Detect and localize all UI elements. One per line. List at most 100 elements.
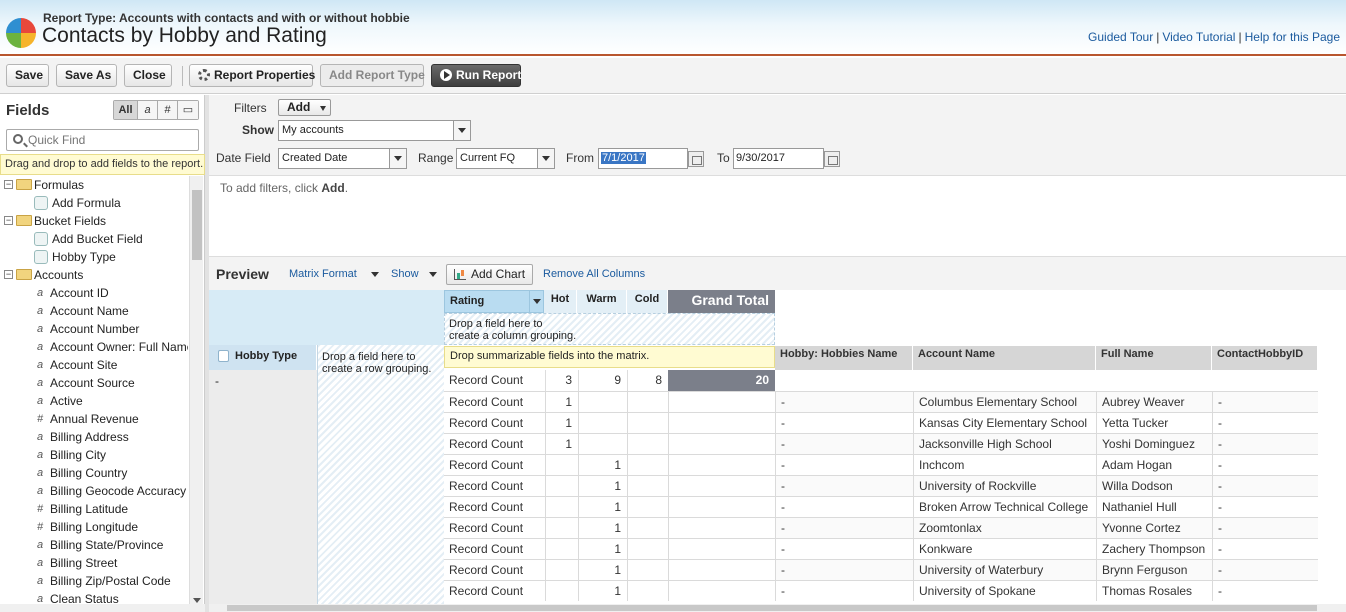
- field-label: Billing Latitude: [50, 502, 129, 516]
- field-item[interactable]: a Account Number: [0, 320, 188, 338]
- cell-total: [668, 539, 775, 559]
- filter-date-button[interactable]: ▭: [178, 101, 198, 119]
- hobby-type-label: Hobby Type: [235, 350, 298, 362]
- tree-folder[interactable]: − Formulas: [0, 176, 188, 194]
- to-date-input[interactable]: 9/30/2017: [733, 148, 824, 169]
- hobby-type-header[interactable]: Hobby Type: [209, 345, 317, 370]
- field-item[interactable]: a Billing Street: [0, 554, 188, 572]
- text-field-icon: a: [36, 431, 44, 443]
- matrix-format-dropdown[interactable]: Matrix Format: [289, 268, 357, 280]
- grand-total-header: Grand Total: [668, 290, 775, 313]
- collapse-icon[interactable]: −: [4, 270, 13, 279]
- row-label: Record Count: [449, 521, 524, 535]
- from-date-value: 7/1/2017: [601, 152, 646, 164]
- detail-header-name[interactable]: Full Name: [1096, 346, 1212, 370]
- range-select[interactable]: Current FQ: [456, 148, 555, 169]
- date-field-select[interactable]: Created Date: [278, 148, 407, 169]
- quick-find-field[interactable]: [6, 129, 199, 151]
- field-label: Account Site: [50, 358, 118, 372]
- chevron-down-icon[interactable]: [429, 272, 437, 277]
- add-report-type-button[interactable]: Add Report Type: [320, 64, 425, 87]
- filter-all-button[interactable]: All: [114, 101, 138, 119]
- field-item[interactable]: a Billing Zip/Postal Code: [0, 572, 188, 590]
- tree-folder[interactable]: − Bucket Fields: [0, 212, 188, 230]
- field-item[interactable]: a Account ID: [0, 284, 188, 302]
- filter-text-button[interactable]: a: [138, 101, 158, 119]
- tree-item[interactable]: Add Bucket Field: [0, 230, 188, 248]
- fields-horizontal-scrollbar[interactable]: [0, 604, 205, 612]
- scroll-down-icon[interactable]: [193, 598, 201, 603]
- calendar-icon[interactable]: [824, 151, 840, 167]
- quick-find-input[interactable]: [28, 132, 193, 148]
- video-tutorial-link[interactable]: Video Tutorial: [1162, 30, 1235, 44]
- field-item[interactable]: a Active: [0, 392, 188, 410]
- run-report-button[interactable]: Run Report: [431, 64, 521, 87]
- preview-horizontal-scrollbar[interactable]: [209, 604, 1346, 612]
- collapse-icon[interactable]: −: [4, 180, 13, 189]
- detail-header-hobby[interactable]: Hobby: Hobbies Name: [775, 346, 913, 370]
- cell-total: [668, 497, 775, 517]
- row-grouping-dropzone[interactable]: Drop a field here to create a row groupin…: [317, 345, 444, 605]
- folder-icon: [16, 269, 32, 280]
- cell-hot: [545, 455, 578, 475]
- rating-menu[interactable]: [529, 291, 543, 312]
- close-button[interactable]: Close: [124, 64, 172, 87]
- fields-scrollbar[interactable]: [189, 176, 203, 606]
- detail-header-id[interactable]: ContactHobbyID: [1212, 346, 1318, 370]
- cell-account-name: Inchcom: [913, 455, 1096, 475]
- field-item[interactable]: a Account Source: [0, 374, 188, 392]
- field-item[interactable]: a Billing Country: [0, 464, 188, 482]
- from-date-input[interactable]: 7/1/2017: [598, 148, 688, 169]
- field-item[interactable]: # Billing Latitude: [0, 500, 188, 518]
- show-select[interactable]: My accounts: [278, 120, 471, 141]
- save-as-button[interactable]: Save As: [56, 64, 117, 87]
- collapse-icon[interactable]: −: [4, 216, 13, 225]
- field-item[interactable]: a Billing State/Province: [0, 536, 188, 554]
- detail-header-account[interactable]: Account Name: [913, 346, 1096, 370]
- show-dropdown[interactable]: Show: [391, 268, 419, 280]
- field-label: Account ID: [50, 286, 109, 300]
- tree-item[interactable]: Hobby Type: [0, 248, 188, 266]
- tree-folder[interactable]: − Accounts: [0, 266, 188, 284]
- cell-hobby-name: -: [775, 434, 913, 454]
- field-item[interactable]: a Account Owner: Full Name: [0, 338, 188, 356]
- text-field-icon: a: [36, 449, 44, 461]
- field-item[interactable]: # Annual Revenue: [0, 410, 188, 428]
- text-field-icon: a: [36, 575, 44, 587]
- cell-warm: [578, 413, 627, 433]
- field-item[interactable]: # Billing Longitude: [0, 518, 188, 536]
- add-chart-button[interactable]: Add Chart: [446, 264, 533, 285]
- field-item[interactable]: a Account Name: [0, 302, 188, 320]
- column-hot-header: Hot: [544, 290, 577, 313]
- remove-all-columns-link[interactable]: Remove All Columns: [543, 268, 645, 280]
- field-item[interactable]: a Billing Geocode Accuracy: [0, 482, 188, 500]
- field-label: Billing Street: [50, 556, 118, 570]
- cell-warm: 1: [578, 497, 627, 517]
- chevron-down-icon[interactable]: [371, 272, 379, 277]
- column-grouping-dropzone[interactable]: Drop a field here to create a column grou…: [444, 313, 775, 345]
- field-item[interactable]: a Account Site: [0, 356, 188, 374]
- filter-number-button[interactable]: #: [158, 101, 178, 119]
- field-item[interactable]: a Billing City: [0, 446, 188, 464]
- preview-title: Preview: [216, 266, 269, 282]
- row-label: Record Count: [449, 584, 524, 598]
- text-field-icon: a: [36, 395, 44, 407]
- help-page-link[interactable]: Help for this Page: [1245, 30, 1340, 44]
- report-properties-button[interactable]: Report Properties: [189, 64, 315, 87]
- rating-column-header[interactable]: Rating: [444, 290, 544, 313]
- summary-dropzone[interactable]: Drop summarizable fields into the matrix…: [444, 346, 775, 368]
- summary-cold: 8: [627, 370, 668, 391]
- cell-contact-hobby-id: -: [1212, 392, 1318, 412]
- cell-contact-hobby-id: -: [1212, 476, 1318, 496]
- scrollbar-thumb[interactable]: [227, 605, 1317, 611]
- calendar-icon[interactable]: [688, 151, 704, 167]
- scrollbar-thumb[interactable]: [192, 190, 202, 260]
- add-filter-button[interactable]: Add: [278, 99, 331, 116]
- save-button[interactable]: Save: [6, 64, 49, 87]
- cell-account-name: Columbus Elementary School: [913, 392, 1096, 412]
- play-icon: [440, 69, 452, 81]
- guided-tour-link[interactable]: Guided Tour: [1088, 30, 1153, 44]
- tree-item[interactable]: Add Formula: [0, 194, 188, 212]
- cell-hobby-name: -: [775, 497, 913, 517]
- field-item[interactable]: a Billing Address: [0, 428, 188, 446]
